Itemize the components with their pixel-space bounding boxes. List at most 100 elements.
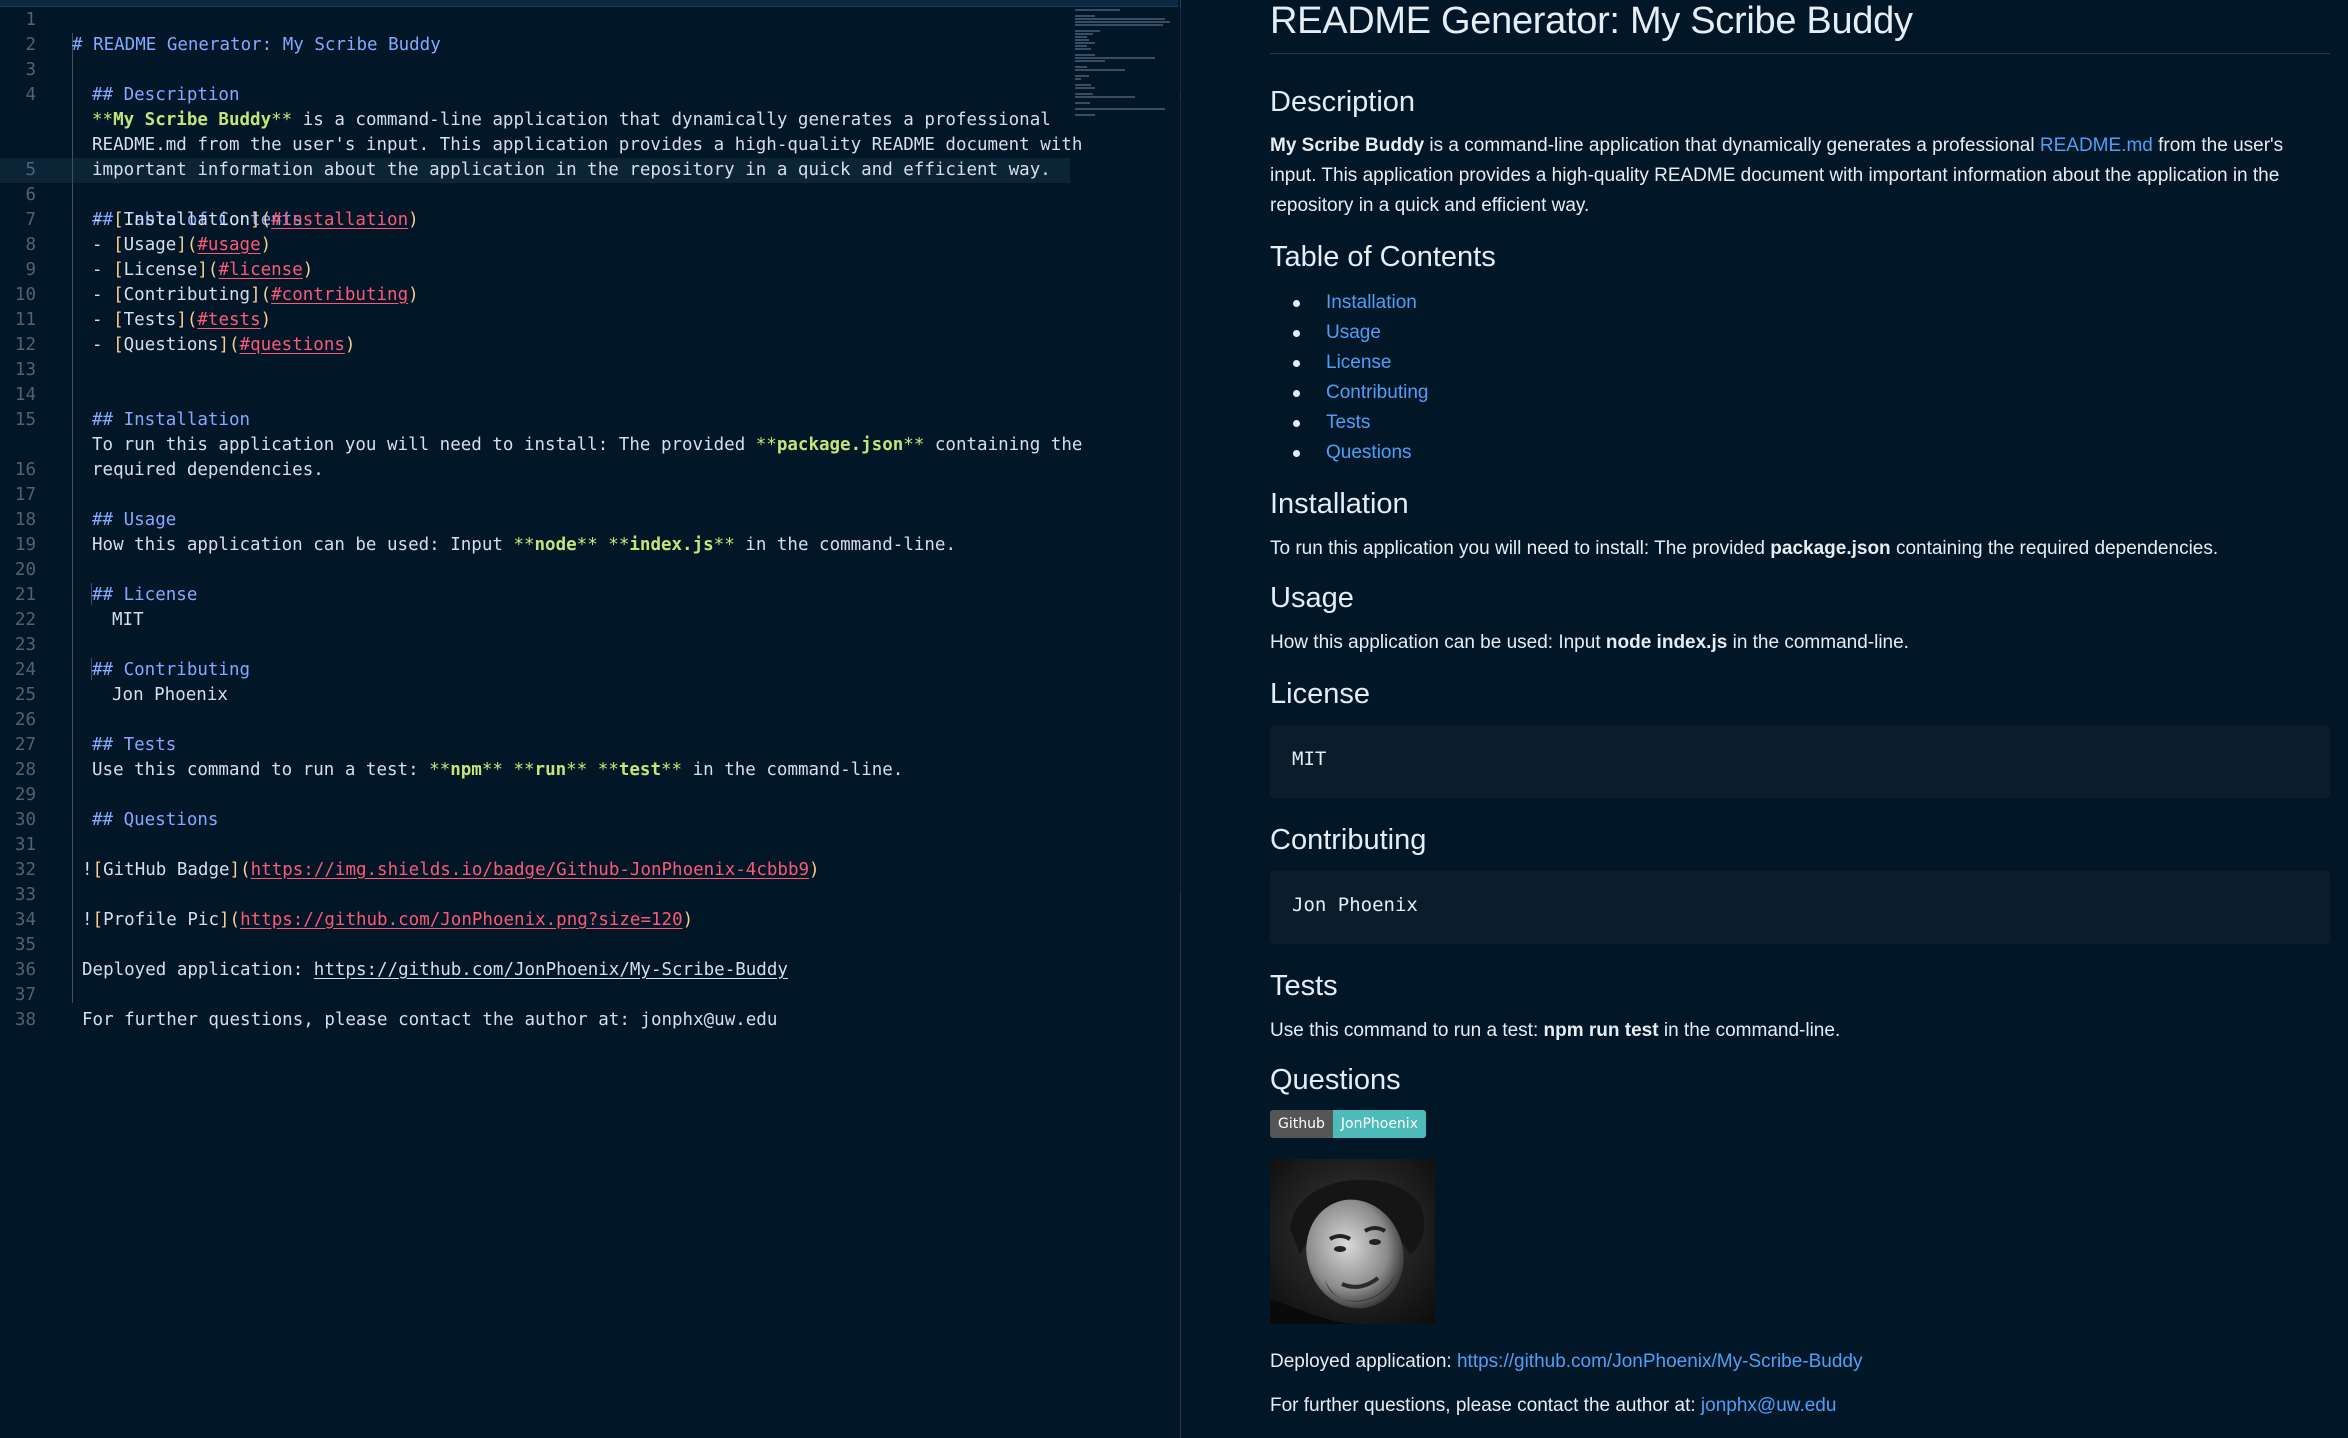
code-line-20[interactable]: ## License [0, 558, 1070, 605]
code-line-37[interactable]: For further questions, please contact th… [0, 983, 1070, 1030]
minimap-line [1075, 57, 1155, 59]
heading-1-source: # README Generator: My Scribe Buddy [72, 35, 441, 55]
editor-minimap[interactable] [1075, 8, 1175, 116]
code-line-3[interactable]: ## Description [0, 58, 1070, 105]
toc-bullet [1293, 330, 1300, 337]
heading-questions: Questions [1270, 1064, 1401, 1096]
minimap-line [1075, 24, 1163, 26]
minimap-line [1075, 36, 1087, 38]
toc-link-usage[interactable]: Usage [1326, 318, 1381, 348]
code-line-toc[interactable]: - [Usage](#usage) [0, 233, 1070, 258]
toc-bullet [1293, 360, 1300, 367]
minimap-line [1075, 114, 1095, 116]
minimap-line [1075, 30, 1100, 32]
code-line-24[interactable]: Jon Phoenix [0, 658, 1070, 705]
toc-source-item: - [Contributing](#contributing) [92, 285, 419, 305]
description-line-c: important information about the applicat… [92, 160, 1051, 180]
code-line-33[interactable]: ![Profile Pic](https://github.com/JonPho… [0, 883, 1070, 930]
line-number-row: 22 [0, 608, 1070, 633]
minimap-line [1075, 87, 1095, 89]
toc-bullet [1293, 420, 1300, 427]
readme-link[interactable]: README.md [2040, 135, 2153, 156]
toc-link-contributing[interactable]: Contributing [1326, 378, 1428, 408]
minimap-line [1075, 78, 1081, 80]
code-line-toc[interactable]: - [Questions](#questions) [0, 333, 1070, 358]
deployed-source: Deployed application: https://github.com… [82, 960, 788, 980]
toc-link-installation[interactable]: Installation [1326, 288, 1417, 318]
installation-paragraph: To run this application you will need to… [1270, 538, 2219, 559]
heading-description: Description [1270, 86, 1416, 118]
code-line-15-wrap[interactable]: required dependencies. [0, 433, 1070, 480]
code-line-23[interactable]: ## Contributing [0, 633, 1070, 680]
code-line-18[interactable]: How this application can be used: Input … [0, 508, 1070, 555]
minimap-line [1075, 93, 1093, 95]
code-line-14[interactable]: ## Installation [0, 383, 1070, 430]
minimap-line [1075, 42, 1095, 44]
minimap-line [1075, 48, 1091, 50]
code-line-29[interactable]: ## Questions [0, 783, 1070, 830]
heading-installation: Installation [1270, 488, 1409, 520]
contributing-value: Jon Phoenix [1292, 894, 1418, 916]
toc-source-item: - [Questions](#questions) [92, 335, 356, 355]
email-link[interactable]: jonphx@uw.edu [1701, 1395, 1837, 1416]
code-line-21[interactable]: MIT [0, 583, 1070, 630]
heading-usage: Usage [1270, 582, 1354, 614]
minimap-line [1075, 75, 1089, 77]
code-line-35[interactable]: Deployed application: https://github.com… [0, 933, 1070, 980]
code-line-1[interactable]: # README Generator: My Scribe Buddy [0, 8, 1070, 55]
toc-source-item: - [Usage](#usage) [92, 235, 272, 255]
minimap-line [1075, 39, 1089, 41]
badge-image-source: ![GitHub Badge](https://img.shields.io/b… [82, 860, 820, 880]
profile-picture [1270, 1159, 1435, 1324]
tests-line: Use this command to run a test: **npm** … [92, 760, 904, 780]
code-line-31[interactable]: ![GitHub Badge](https://img.shields.io/b… [0, 833, 1070, 880]
markdown-editor[interactable]: 1 2 3 4 5 6 7 8 9 10 11 12 13 14 15 16 17 18 19 20 21 22 23 24 2… [0, 0, 1178, 1438]
title-divider [1270, 53, 2330, 54]
installation-line-b: required dependencies. [92, 460, 324, 480]
heading-tests: Tests [1270, 970, 1338, 1002]
minimap-line [1075, 66, 1087, 68]
toc-bullet [1293, 300, 1300, 307]
toc-link-license[interactable]: License [1326, 348, 1392, 378]
code-line-toc[interactable]: - [License](#license) [0, 258, 1070, 283]
code-line-toc[interactable]: - [Installation](#installation) [0, 208, 1070, 233]
toc-link-questions[interactable]: Questions [1326, 438, 1412, 468]
toc-link-tests[interactable]: Tests [1326, 408, 1370, 438]
deployed-paragraph: Deployed application: https://github.com… [1270, 1351, 1863, 1372]
minimap-line [1075, 54, 1095, 56]
license-value: MIT [1292, 748, 1327, 770]
contributing-codeblock: Jon Phoenix [1270, 871, 2330, 944]
badge-value: JonPhoenix [1332, 1110, 1426, 1138]
code-line-4[interactable]: **My Scribe Buddy** is a command-line ap… [0, 83, 1070, 130]
code-line-26[interactable]: ## Tests [0, 708, 1070, 755]
markdown-preview: README Generator: My Scribe Buddy Descri… [1181, 0, 2348, 1438]
code-line-toc[interactable]: - [Contributing](#contributing) [0, 283, 1070, 308]
minimap-line [1075, 21, 1170, 23]
minimap-line [1075, 108, 1165, 110]
toc-bullet [1293, 390, 1300, 397]
minimap-line [1075, 84, 1091, 86]
code-line-4-wrap-2[interactable]: important information about the applicat… [0, 133, 1070, 180]
minimap-line [1075, 102, 1090, 104]
tests-paragraph: Use this command to run a test: npm run … [1270, 1020, 1841, 1041]
code-line-6[interactable]: ## Table of Contents [0, 183, 1070, 230]
license-codeblock: MIT [1270, 725, 2330, 798]
minimap-line [1075, 45, 1087, 47]
code-line-15[interactable]: To run this application you will need to… [0, 408, 1082, 455]
license-value-source: MIT [112, 610, 144, 630]
github-badge[interactable]: Github JonPhoenix [1270, 1110, 1426, 1138]
toc-source-item: - [Installation](#installation) [92, 210, 419, 230]
toc-source-item: - [License](#license) [92, 260, 314, 280]
minimap-line [1075, 33, 1093, 35]
toc-bullet [1293, 450, 1300, 457]
code-line-toc[interactable]: - [Tests](#tests) [0, 308, 1070, 333]
usage-paragraph: How this application can be used: Input … [1270, 632, 1909, 653]
code-line-17[interactable]: ## Usage [0, 483, 1070, 530]
code-line-4-wrap-1[interactable]: README.md from the user's input. This ap… [0, 108, 1082, 155]
deployed-link[interactable]: https://github.com/JonPhoenix/My-Scribe-… [1457, 1351, 1863, 1372]
minimap-line [1075, 15, 1095, 17]
heading-contributing: Contributing [1270, 824, 1427, 856]
code-line-27[interactable]: Use this command to run a test: **npm** … [0, 733, 1070, 780]
contact-paragraph: For further questions, please contact th… [1270, 1395, 1837, 1416]
minimap-line [1075, 9, 1120, 11]
